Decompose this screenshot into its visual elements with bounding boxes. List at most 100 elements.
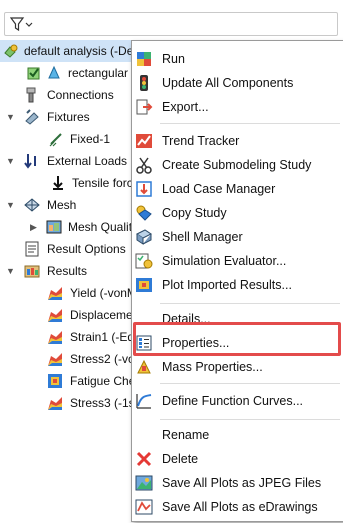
menu-separator	[160, 123, 340, 124]
tree-item-mesh[interactable]: ▼ Mesh	[0, 194, 135, 216]
filter-icon[interactable]	[10, 16, 34, 32]
displacement-plot-icon	[48, 309, 62, 322]
tree-label-strain: Strain1 (-Eq	[70, 330, 135, 344]
menu-label-update-all-components: Update All Components	[162, 76, 294, 90]
tree-item-external-loads[interactable]: ▼ External Loads	[0, 150, 135, 172]
menu-label-mass-properties: Mass Properties...	[162, 360, 263, 374]
tree-item-fatigue-plot[interactable]: Fatigue Che	[0, 370, 135, 392]
tree-label-fixtures: Fixtures	[47, 110, 90, 124]
menu-separator	[160, 383, 340, 384]
menu-item-create-submodeling-study[interactable]: Create Submodeling Study	[132, 153, 343, 177]
tree-label-fatigue: Fatigue Che	[70, 374, 136, 388]
menu-item-load-case-manager[interactable]: Load Case Manager	[132, 177, 343, 201]
strain-plot-icon	[48, 331, 62, 344]
tree-label-external-loads: External Loads	[47, 154, 128, 168]
menu-label-save-plots-edrawings: Save All Plots as eDrawings	[162, 500, 318, 514]
tree-item-tensile-force[interactable]: Tensile force	[0, 172, 139, 194]
tree-item-connections[interactable]: Connections	[0, 84, 135, 106]
tree-item-mesh-quality[interactable]: ▶ Mesh Qualit	[0, 216, 135, 238]
tree-item-result-options[interactable]: Result Options	[0, 238, 135, 260]
edrawings-icon	[135, 499, 153, 515]
filter-bar[interactable]	[4, 12, 338, 36]
tree-label-result-options: Result Options	[47, 242, 126, 256]
menu-label-create-submodeling-study: Create Submodeling Study	[162, 158, 312, 172]
shell-manager-icon	[136, 229, 152, 245]
menu-label-run: Run	[162, 52, 185, 66]
tree-label-displacement: Displaceme	[70, 308, 133, 322]
tree-item-yield-plot[interactable]: Yield (-vonM	[0, 282, 137, 304]
stress-plot-icon	[48, 353, 62, 366]
plot-import-icon	[136, 278, 152, 292]
menu-label-shell-manager: Shell Manager	[162, 230, 243, 244]
menu-item-run[interactable]: Run	[132, 47, 343, 71]
menu-item-save-plots-jpeg[interactable]: Save All Plots as JPEG Files	[132, 471, 343, 495]
connections-icon	[26, 87, 36, 103]
menu-item-simulation-evaluator[interactable]: Simulation Evaluator...	[132, 249, 343, 273]
tree-item-displacement-plot[interactable]: Displaceme	[0, 304, 135, 326]
evaluator-icon	[135, 253, 153, 269]
jpeg-icon	[135, 475, 153, 491]
tree-label-mesh: Mesh	[47, 198, 77, 212]
delete-icon	[136, 451, 152, 467]
menu-item-save-plots-edrawings[interactable]: Save All Plots as eDrawings	[132, 495, 343, 519]
mesh-quality-icon	[46, 220, 62, 234]
traffic-light-icon	[140, 75, 148, 91]
menu-item-export[interactable]: Export...	[132, 95, 343, 119]
tree-item-fixtures[interactable]: ▼ Fixtures	[0, 106, 135, 128]
menu-item-trend-tracker[interactable]: Trend Tracker	[132, 129, 343, 153]
tree-item-fixed[interactable]: Fixed-1	[0, 128, 135, 150]
menu-separator	[160, 419, 340, 420]
scissors-icon	[136, 157, 152, 174]
menu-item-plot-imported-results[interactable]: Plot Imported Results...	[132, 273, 343, 297]
menu-item-rename[interactable]: Rename	[132, 423, 343, 447]
function-curve-icon	[136, 394, 152, 409]
collapse-icon[interactable]: ▼	[6, 150, 18, 172]
context-menu: Run Update All Components Export... Tren…	[131, 40, 343, 522]
copy-study-icon	[136, 205, 152, 221]
menu-label-export: Export...	[162, 100, 209, 114]
results-folder-icon	[24, 265, 40, 278]
trend-tracker-icon	[136, 134, 152, 148]
menu-label-copy-study: Copy Study	[162, 206, 227, 220]
tree-label-stress3: Stress3 (-1st	[70, 396, 139, 410]
tree-item-stress3-plot[interactable]: Stress3 (-1st	[0, 392, 139, 414]
tree-label-tensile-force: Tensile force	[72, 176, 140, 190]
menu-item-mass-properties[interactable]: Mass Properties...	[132, 355, 343, 379]
tree-item-results[interactable]: ▼ Results	[0, 260, 135, 282]
run-icon	[137, 52, 151, 66]
menu-item-delete[interactable]: Delete	[132, 447, 343, 471]
fixtures-icon	[25, 109, 39, 125]
part-icon	[48, 65, 60, 79]
collapse-icon[interactable]: ▼	[6, 260, 18, 282]
tree-label-stress2: Stress2 (-vo	[70, 352, 135, 366]
menu-item-define-function-curves[interactable]: Define Function Curves...	[132, 389, 343, 413]
tree-item-part[interactable]: rectangular	[0, 62, 135, 84]
tree-item-study[interactable]: default analysis (-Def	[0, 40, 137, 62]
force-arrow-icon	[53, 176, 63, 190]
part-check-icon	[27, 67, 40, 80]
menu-item-shell-manager[interactable]: Shell Manager	[132, 225, 343, 249]
tree-label-mesh-quality: Mesh Qualit	[68, 220, 133, 234]
tree-item-strain-plot[interactable]: Strain1 (-Eq	[0, 326, 135, 348]
mass-properties-icon	[137, 359, 151, 374]
tree-label-results: Results	[47, 264, 88, 278]
collapse-icon[interactable]: ▼	[6, 106, 18, 128]
menu-label-save-plots-jpeg: Save All Plots as JPEG Files	[162, 476, 322, 490]
expand-icon[interactable]: ▶	[30, 216, 42, 238]
tree-label-fixed: Fixed-1	[70, 132, 111, 146]
tree-item-stress2-plot[interactable]: Stress2 (-vo	[0, 348, 135, 370]
menu-item-update-all-components[interactable]: Update All Components	[132, 71, 343, 95]
menu-label-trend-tracker: Trend Tracker	[162, 134, 240, 148]
load-case-icon	[136, 181, 152, 197]
collapse-icon[interactable]: ▼	[6, 194, 18, 216]
result-options-icon	[25, 241, 39, 257]
stress-plot-icon	[48, 287, 62, 300]
tree-label-study: default analysis (-Def	[24, 44, 137, 58]
properties-highlight-box	[133, 322, 341, 356]
external-loads-icon	[24, 154, 36, 169]
menu-label-rename: Rename	[162, 428, 210, 442]
menu-item-copy-study[interactable]: Copy Study	[132, 201, 343, 225]
tree-label-part: rectangular	[68, 66, 129, 80]
tree-label-connections: Connections	[47, 88, 114, 102]
menu-label-simulation-evaluator: Simulation Evaluator...	[162, 254, 287, 268]
